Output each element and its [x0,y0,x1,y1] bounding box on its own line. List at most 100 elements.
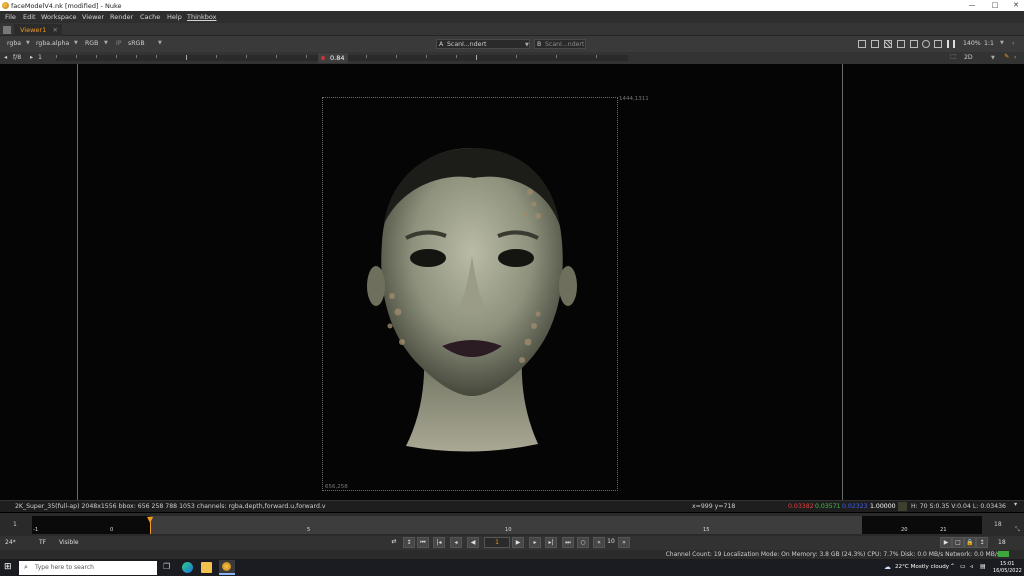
menu-bar: File Edit Workspace Viewer Render Cache … [0,11,1024,23]
increment-field[interactable]: 10 [605,537,617,548]
task-view-icon[interactable]: ❐ [163,562,174,573]
next-keyframe-button[interactable]: ▸| [545,537,557,548]
timecode-select[interactable]: TF [39,539,46,546]
timeline-post-range [862,516,982,534]
weather-icon[interactable]: ☁ [884,563,891,571]
info-menu-icon[interactable]: ▾ [1014,501,1017,508]
windows-start-icon[interactable]: ⊞ [4,562,12,572]
play-backward-button[interactable]: ◀ [467,537,479,548]
fps-select[interactable]: 24* [5,539,16,546]
menu-cache[interactable]: Cache [140,13,160,21]
roi-icon[interactable] [858,40,866,48]
next-stop-icon[interactable]: ▸ [30,54,33,61]
pane-menu-icon[interactable] [3,26,11,34]
wipe-icon[interactable] [884,40,892,48]
minimize-button[interactable]: — [964,1,980,10]
chevron-down-icon: ▼ [1000,40,1004,46]
network-icon[interactable]: ▭ [960,563,966,570]
clock-date[interactable]: 16/05/2022 [993,568,1022,574]
bbox-bottom-left-label: 656,258 [325,484,348,490]
pause-icon[interactable] [947,40,955,48]
menu-file[interactable]: File [5,13,16,21]
export-icon[interactable]: ↥ [976,537,988,548]
hsv-info: H: 70 S:0.35 V:0.04 L: 0.03436 [911,503,1006,510]
lut-icon[interactable] [922,40,930,48]
menu-help[interactable]: Help [167,13,182,21]
maximize-button[interactable]: □ [987,1,1003,10]
menu-viewer[interactable]: Viewer [82,13,104,21]
close-window-button[interactable]: ✕ [1008,1,1024,10]
menu-render[interactable]: Render [110,13,133,21]
display-channels-select[interactable]: RGB [85,40,98,47]
pixel-ratio[interactable]: 1:1 [984,40,994,47]
chevron-down-icon: ▼ [104,40,108,46]
weather-text[interactable]: 22°C Mostly cloudy [895,564,949,570]
nuke-app-icon [2,2,9,9]
pixel-a-value: 1.00000 [870,503,896,510]
frame-field[interactable]: 1 [38,54,42,61]
search-placeholder: Type here to search [35,564,94,571]
skip-forward-button[interactable]: » [618,537,630,548]
next-frame-button[interactable]: ▸ [529,537,541,548]
gain-field[interactable]: 0.84 [318,53,348,63]
search-icon: ⌕ [24,563,28,571]
gain-indicator-icon [321,56,325,60]
file-explorer-icon[interactable] [201,562,212,573]
menu-edit[interactable]: Edit [23,13,36,21]
input-b-select[interactable]: B ScanI...ndert [534,39,586,49]
edge-browser-icon[interactable] [182,562,193,573]
layer-select[interactable]: rgba [7,40,21,47]
tab-close-icon[interactable]: ✕ [53,26,58,34]
channels-icon[interactable] [910,40,918,48]
end-frame-field[interactable]: 18 [998,539,1006,546]
prev-frame-button[interactable]: ◂ [450,537,462,548]
goto-start-button[interactable]: ⏮ [417,537,429,548]
expand-icon[interactable]: › [1012,40,1014,47]
timeline-start-frame[interactable]: 1 [13,521,17,528]
goto-end-button[interactable]: ⏭ [562,537,574,548]
colorspace-select[interactable]: sRGB [128,40,145,47]
timeline-label: 0 [110,527,114,533]
language-icon[interactable]: ▤ [980,563,986,570]
cursor-coords: x=999 y=718 [692,503,736,510]
expand-icon[interactable]: › [1014,54,1016,61]
prev-stop-icon[interactable]: ◂ [4,54,7,61]
taskbar-search-input[interactable]: ⌕ Type here to search [19,561,157,575]
zoom-level[interactable]: 140% [963,40,981,47]
overlay-icon[interactable] [897,40,905,48]
gain-value: 0.84 [330,54,345,62]
paint-brush-icon[interactable]: ✎ [1004,53,1009,60]
compare-icon[interactable]: □ [952,537,964,548]
volume-icon[interactable]: ◃ [970,563,973,570]
fstop-value[interactable]: f/8 [13,54,21,61]
range-select[interactable]: Visible [59,539,79,546]
tray-overflow-icon[interactable]: ⌃ [950,563,955,570]
tab-viewer1[interactable]: Viewer1 ✕ [14,24,62,36]
timeline-label: -1 [33,527,39,533]
view-mode-select[interactable]: 2D [964,54,973,61]
nuke-taskbar-icon[interactable] [219,560,235,575]
timeline-label: 20 [901,527,908,533]
input-process-toggle[interactable]: IP [116,40,122,47]
timeline-expand-icon[interactable]: ⤡ [1015,526,1020,534]
loop-mode-icon[interactable]: ⇄ [388,537,400,548]
timeline-end-frame[interactable]: 18 [994,521,1002,528]
safe-area-icon[interactable] [871,40,879,48]
prev-keyframe-button[interactable]: |◂ [433,537,445,548]
flipbook-icon[interactable]: ▶ [940,537,952,548]
alpha-channel-select[interactable]: rgba.alpha [36,40,69,47]
cache-icon[interactable] [934,40,942,48]
menu-workspace[interactable]: Workspace [41,13,77,21]
lock-icon[interactable]: 🔒 [964,537,976,548]
input-b-value: ScanI...ndert [545,41,585,48]
current-frame-field[interactable]: 1 [484,537,510,548]
clock-time[interactable]: 15:01 [1000,561,1014,567]
stop-icon[interactable]: ○ [577,537,589,548]
roi-toggle-icon[interactable]: ⬚ [950,53,956,60]
step-marker-icon[interactable]: ↕ [403,537,415,548]
play-forward-button[interactable]: ▶ [512,537,524,548]
chevron-down-icon: ▼ [525,42,529,48]
input-a-select[interactable]: A ScanI...ndert ▼ [436,39,530,49]
skip-back-button[interactable]: « [593,537,605,548]
menu-thinkbox[interactable]: Thinkbox [187,13,217,21]
